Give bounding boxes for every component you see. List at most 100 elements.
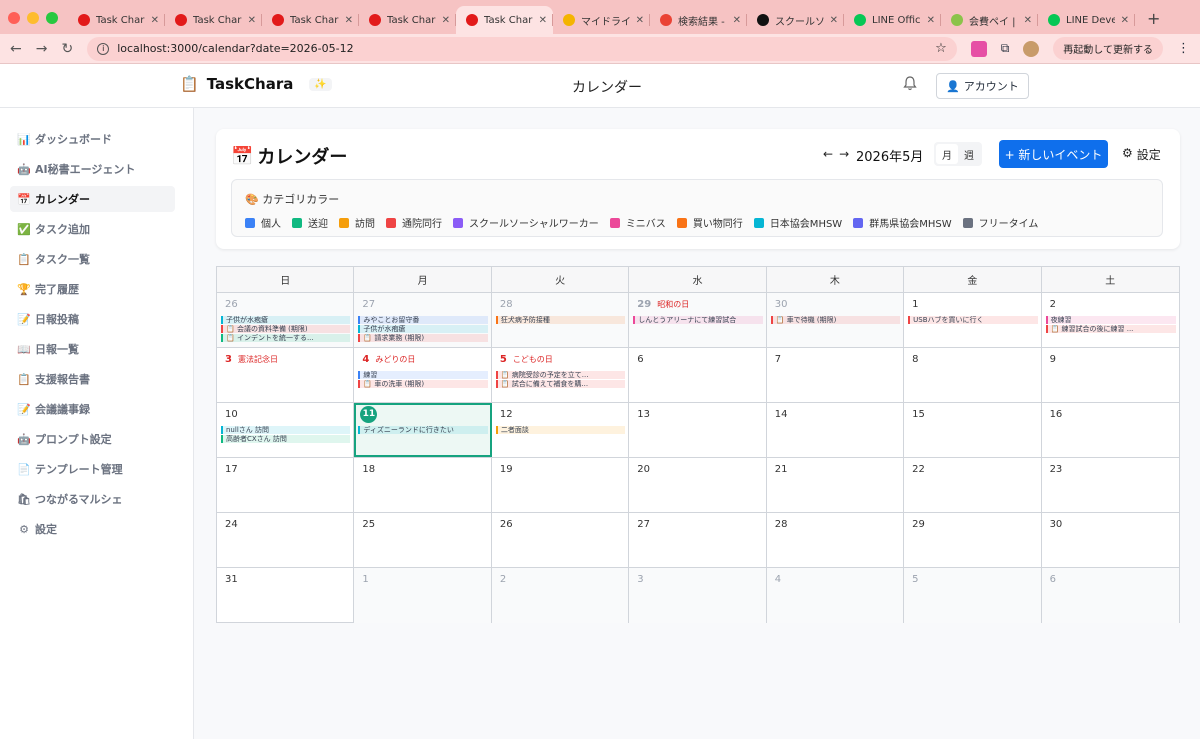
tab-close-icon[interactable]: ✕ [539,15,547,26]
calendar-event[interactable]: 📋 試合に備えて補食を購... [495,380,626,388]
forward-arrow-icon[interactable]: → [36,41,48,57]
sidebar-item[interactable]: 📝 会議議事録 [10,396,175,422]
tab-close-icon[interactable]: ✕ [733,15,741,26]
day-cell[interactable]: 17 [217,458,355,512]
calendar-event[interactable]: 高齢者CXさん 訪問 [221,435,351,443]
day-cell[interactable]: 1 [354,568,492,623]
day-cell[interactable]: 8 [904,348,1042,402]
sidebar-item[interactable]: 📅 カレンダー [10,186,175,212]
sparkle-icon[interactable]: ✨ [309,77,332,91]
calendar-event[interactable]: 夜練習 [1045,316,1176,324]
day-cell[interactable]: 2 夜練習 📋 練習試合の後に練習 ... [1042,293,1179,347]
restart-update-button[interactable]: 再起動して更新する [1053,37,1163,60]
sidebar-item[interactable]: 📖 日報一覧 [10,336,175,362]
tab-close-icon[interactable]: ✕ [442,15,450,26]
address-bar[interactable]: i localhost:3000/calendar?date=2026-05-1… [87,36,957,61]
day-cell[interactable]: 19 [492,458,630,512]
calendar-event[interactable]: 📋 会議の資料準備 (期限) [221,325,351,333]
day-cell[interactable]: 3 憲法記念日 [217,348,355,402]
tab-close-icon[interactable]: ✕ [248,15,256,26]
week-view-button[interactable]: 週 [958,144,980,164]
download-extension-icon[interactable] [970,40,987,57]
day-cell[interactable]: 29 [904,513,1042,567]
day-cell[interactable]: 28 [767,513,905,567]
new-event-button[interactable]: + 新しいイベント [999,140,1108,168]
calendar-event[interactable]: 📋 車の洗車 (期限) [358,380,488,388]
calendar-event[interactable]: 子供が水疱瘡 [358,325,488,333]
calendar-settings-button[interactable]: ⚙ 設定 [1122,146,1161,163]
day-cell[interactable]: 13 [629,403,767,457]
day-cell[interactable]: 26 [492,513,630,567]
tab-close-icon[interactable]: ✕ [1121,15,1129,26]
calendar-event[interactable]: 📋 請求業務 (期限) [358,334,488,342]
day-cell[interactable]: 9 [1042,348,1179,402]
tab-close-icon[interactable]: ✕ [151,15,159,26]
calendar-event[interactable]: 二者面談 [495,426,626,434]
calendar-event[interactable]: 📋 車で待機 (期限) [770,316,901,324]
browser-tab[interactable]: LINE Develo ✕ [1038,6,1135,34]
day-cell[interactable]: 28 狂犬病予防接種 [491,293,630,347]
browser-menu-icon[interactable]: ⋮ [1177,41,1190,56]
tab-close-icon[interactable]: ✕ [636,15,644,26]
browser-tab[interactable]: スクールソー ✕ [747,6,844,34]
calendar-event[interactable]: しんとうアリーナにて練習試合 [633,316,763,324]
sidebar-item[interactable]: 🤖 プロンプト設定 [10,426,175,452]
day-cell[interactable]: 10 nullさん 訪問 高齢者CXさん 訪問 [217,403,355,457]
tab-close-icon[interactable]: ✕ [345,15,353,26]
day-cell[interactable]: 27 みやことお留守番 子供が水疱瘡 📋 請求業務 (期限) [354,293,492,347]
day-cell[interactable]: 5 こどもの日 📋 病院受診の予定を立て... 📋 試合に備えて補食を購... [492,348,630,402]
sidebar-item[interactable]: 🤖 AI秘書エージェント [10,156,175,182]
tab-close-icon[interactable]: ✕ [830,15,838,26]
new-tab-button[interactable]: + [1135,9,1160,34]
sidebar-item[interactable]: 📋 支援報告書 [10,366,175,392]
day-cell[interactable]: 30 📋 車で待機 (期限) [766,293,905,347]
day-cell[interactable]: 31 [217,568,355,623]
calendar-event[interactable]: 📋 病院受診の予定を立て... [495,371,626,379]
maximize-window-button[interactable] [46,12,58,24]
day-cell[interactable]: 16 [1042,403,1179,457]
browser-tab[interactable]: Task Charac ✕ [359,6,456,34]
browser-tab[interactable]: Task Charac ✕ [456,6,553,34]
day-cell[interactable]: 5 [904,568,1042,623]
today-cell[interactable]: 11 ディズニーランドに行きたい [354,403,492,457]
browser-tab[interactable]: Task Charac ✕ [165,6,262,34]
tab-close-icon[interactable]: ✕ [1024,15,1032,26]
day-cell[interactable]: 6 [1041,568,1179,623]
close-window-button[interactable] [8,12,20,24]
day-cell[interactable]: 7 [767,348,905,402]
browser-tab[interactable]: LINE Officia ✕ [844,6,941,34]
calendar-event[interactable]: 📋 練習試合の後に練習 ... [1045,325,1176,333]
day-cell[interactable]: 25 [354,513,492,567]
calendar-event[interactable]: USBハブを買いに行く [908,316,1038,324]
day-cell[interactable]: 20 [629,458,767,512]
calendar-event[interactable]: ディズニーランドに行きたい [358,426,488,434]
day-cell[interactable]: 14 [767,403,905,457]
site-info-icon[interactable]: i [97,42,110,55]
day-cell[interactable]: 30 [1042,513,1179,567]
day-cell[interactable]: 15 [904,403,1042,457]
browser-tab[interactable]: 検索結果 - to ✕ [650,6,747,34]
bookmark-star-icon[interactable]: ☆ [935,41,947,56]
calendar-event[interactable]: 📋 インデントを統一する... [221,334,351,342]
sidebar-item[interactable]: 🏆 完了履歴 [10,276,175,302]
day-cell[interactable]: 24 [217,513,355,567]
calendar-event[interactable]: 子供が水疱瘡 [221,316,351,324]
back-arrow-icon[interactable]: ← [10,41,22,57]
next-month-icon[interactable]: → [839,147,849,161]
reload-icon[interactable]: ↻ [61,41,73,57]
browser-tab[interactable]: 会費ペイ | 会 ✕ [941,6,1038,34]
calendar-event[interactable]: みやことお留守番 [358,316,488,324]
bell-icon[interactable] [903,76,919,92]
day-cell[interactable]: 26 子供が水疱瘡 📋 会議の資料準備 (期限) 📋 インデントを統一する... [217,293,355,347]
day-cell[interactable]: 1 USBハブを買いに行く [904,293,1042,347]
profile-avatar[interactable] [1023,40,1040,57]
extensions-puzzle-icon[interactable]: ⧉ [1001,41,1010,56]
browser-tab[interactable]: マイドライブ ✕ [553,6,650,34]
brand[interactable]: 📋 TaskChara ✨ [180,75,332,93]
sidebar-item[interactable]: ✅ タスク追加 [10,216,175,242]
sidebar-item[interactable]: 📝 日報投稿 [10,306,175,332]
day-cell[interactable]: 21 [767,458,905,512]
sidebar-item[interactable]: 🛍 つながるマルシェ [10,486,175,512]
day-cell[interactable]: 12 二者面談 [492,403,630,457]
day-cell[interactable]: 6 [629,348,767,402]
